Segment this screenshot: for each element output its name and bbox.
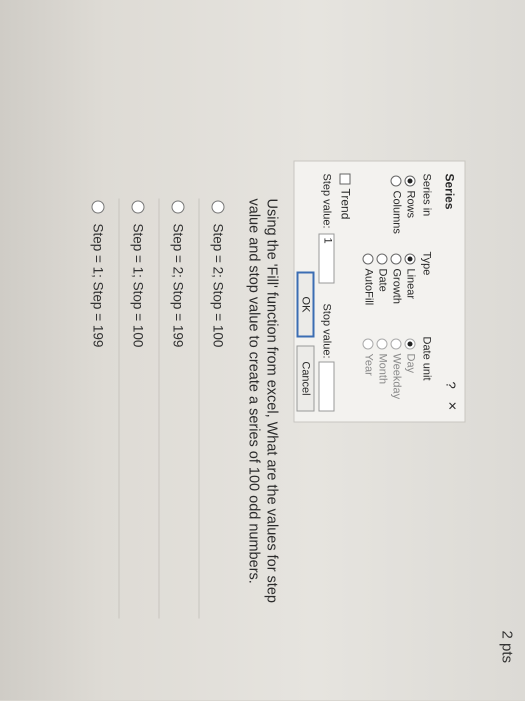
option-label: Date [376, 268, 389, 292]
answer-radio[interactable] [131, 200, 145, 214]
type-date-option[interactable]: Date [376, 253, 389, 292]
radio-growth[interactable] [391, 253, 402, 265]
radio-autofill[interactable] [363, 253, 374, 265]
option-label: Month [376, 353, 389, 385]
answer-option-4[interactable]: Step = 1; Step = 199 [90, 200, 106, 348]
trend-option[interactable]: Trend [338, 173, 353, 220]
dialog-title: Series [442, 173, 457, 210]
radio-year [363, 338, 374, 350]
question-card: 2 pts Using the 'Fill' function from exc… [0, 88, 525, 663]
answer-label: Step = 1; Stop = 100 [130, 223, 146, 348]
option-label: Day [404, 353, 417, 374]
answer-option-3[interactable]: Step = 1; Stop = 100 [130, 200, 146, 348]
answer-label: Step = 1; Step = 199 [90, 223, 106, 348]
question-text: Using the 'Fill' function from excel, Wh… [245, 198, 280, 603]
cancel-button[interactable]: Cancel [296, 345, 315, 412]
answer-divider [198, 198, 200, 619]
option-label: AutoFill [362, 268, 375, 306]
date-unit-weekday-option: Weekday [390, 338, 403, 400]
answer-divider [158, 198, 160, 619]
answer-option-1[interactable]: Step = 2; Stop = 100 [210, 200, 226, 348]
series-dialog: Series ? × Series in Rows Columns Type L… [293, 160, 466, 423]
answer-label: Step = 2; Stop = 199 [170, 223, 186, 348]
answer-divider [118, 198, 120, 619]
answer-radio[interactable] [91, 200, 105, 214]
ok-button[interactable]: OK [296, 271, 315, 338]
radio-day [405, 338, 416, 350]
date-unit-month-option: Month [376, 338, 389, 385]
radio-weekday [391, 338, 402, 350]
radio-rows[interactable] [405, 175, 416, 187]
radio-month [377, 338, 388, 350]
option-label: Weekday [390, 353, 403, 400]
trend-label: Trend [338, 188, 353, 220]
answer-option-2[interactable]: Step = 2; Stop = 199 [170, 200, 186, 348]
trend-checkbox[interactable] [340, 173, 351, 185]
answer-radio[interactable] [171, 200, 185, 214]
radio-date[interactable] [377, 253, 388, 265]
help-icon[interactable]: ? [444, 382, 459, 389]
stop-value-label: Stop value: [320, 303, 333, 359]
series-in-label: Series in [420, 173, 433, 217]
points-label: 2 pts [498, 630, 516, 664]
series-in-rows-option[interactable]: Rows [404, 175, 417, 219]
option-label: Linear [404, 268, 417, 300]
step-value-label: Step value: [320, 173, 333, 229]
type-label: Type [420, 251, 433, 276]
answer-radio[interactable] [211, 200, 225, 214]
option-label: Growth [390, 268, 403, 304]
type-autofill-option[interactable]: AutoFill [362, 253, 375, 306]
stop-value-input[interactable] [318, 361, 335, 412]
close-icon[interactable]: × [444, 402, 461, 411]
date-unit-day-option: Day [404, 338, 417, 374]
series-in-columns-option[interactable]: Columns [390, 175, 403, 234]
date-unit-label: Date unit [420, 336, 433, 381]
date-unit-year-option: Year [362, 338, 375, 376]
option-label: Rows [404, 190, 417, 219]
option-label: Year [362, 353, 375, 376]
type-growth-option[interactable]: Growth [390, 253, 403, 304]
type-linear-option[interactable]: Linear [404, 253, 417, 300]
step-value-input[interactable]: 1 [318, 233, 335, 284]
radio-linear[interactable] [405, 253, 416, 265]
option-label: Columns [390, 190, 403, 234]
radio-columns[interactable] [391, 175, 402, 187]
answer-label: Step = 2; Stop = 100 [210, 223, 226, 348]
